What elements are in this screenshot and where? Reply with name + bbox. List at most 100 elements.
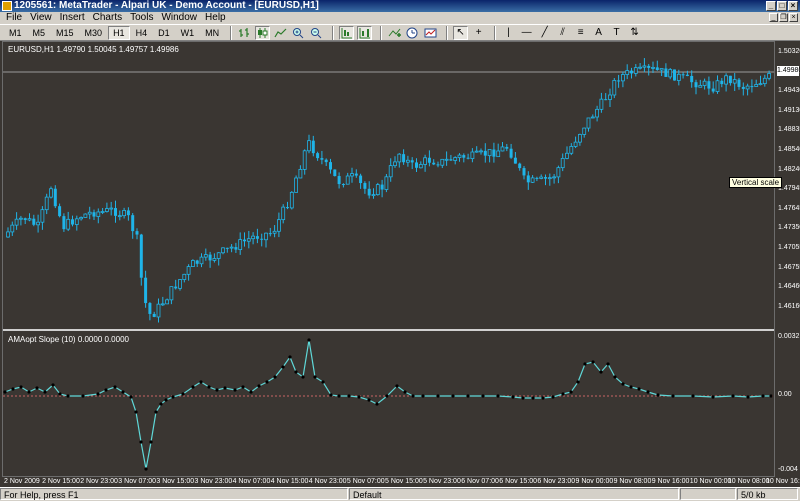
vertical-line-icon[interactable]: |	[501, 26, 516, 40]
indicator-dot	[761, 394, 765, 398]
child-restore-button[interactable]: ❐	[779, 13, 788, 22]
maximize-button[interactable]: □	[777, 1, 787, 11]
timeframe-m30[interactable]: M30	[80, 26, 108, 40]
indicator-dot	[569, 390, 573, 394]
line-chart-icon[interactable]	[273, 26, 288, 40]
child-close-button[interactable]: ×	[789, 13, 798, 22]
menu-view[interactable]: View	[26, 12, 56, 24]
candle-body	[698, 85, 703, 88]
templates-icon[interactable]	[423, 26, 438, 40]
candle-body	[367, 188, 371, 196]
time-tick-label: 3 Nov 23:00	[194, 478, 233, 485]
candle-body	[384, 176, 389, 190]
timeframe-m15[interactable]: M15	[51, 26, 79, 40]
candle-body	[186, 266, 191, 275]
bar-chart-icon[interactable]	[237, 26, 252, 40]
status-help: For Help, press F1	[0, 488, 348, 500]
price-tick-label: 1.46755	[778, 263, 800, 271]
indicator-dot	[411, 394, 415, 398]
candle-body	[668, 69, 673, 78]
indicator-dot	[599, 370, 603, 374]
candle-body	[573, 141, 578, 147]
candle-body	[96, 211, 101, 217]
periods-clock-icon[interactable]	[405, 26, 420, 40]
minimize-button[interactable]: _	[766, 1, 776, 11]
indicator-dot	[769, 394, 773, 398]
text-icon[interactable]: A	[591, 26, 606, 40]
indicator-dot	[671, 394, 675, 398]
toolbar-separator	[380, 25, 383, 40]
candle-body	[307, 140, 311, 152]
candle-body	[586, 117, 591, 129]
indicator-dot	[154, 410, 158, 414]
candle-body	[487, 149, 492, 157]
candle-body	[393, 161, 397, 167]
chart-area[interactable]: EURUSD,H1 1.49790 1.50045 1.49757 1.4998…	[2, 41, 775, 477]
candle-body	[547, 177, 552, 180]
timeframe-mn[interactable]: MN	[200, 26, 224, 40]
menu-insert[interactable]: Insert	[56, 12, 89, 24]
child-minimize-button[interactable]: _	[769, 13, 778, 22]
indicator-dot	[629, 385, 633, 389]
candle-body	[651, 67, 655, 69]
indicator-dot	[3, 390, 7, 394]
crosshair-icon[interactable]: +	[471, 26, 486, 40]
title-bar: 1205561: MetaTrader - Alpari UK - Demo A…	[0, 0, 800, 12]
candle-body	[255, 236, 259, 239]
candle-body	[724, 75, 728, 85]
trendline-icon[interactable]: ╱	[537, 26, 552, 40]
candle-body	[74, 218, 79, 225]
candle-body	[229, 246, 234, 249]
candle-body	[216, 252, 221, 259]
candle-body	[58, 206, 62, 217]
timeframe-m5[interactable]: M5	[28, 26, 51, 40]
time-tick-label: 6 Nov 23:00	[537, 478, 576, 485]
time-tick-label: 3 Nov 07:00	[118, 478, 157, 485]
candle-body	[530, 177, 535, 183]
auto-scroll-icon[interactable]	[339, 25, 355, 40]
candle-body	[260, 238, 264, 240]
indicator-dot	[265, 380, 269, 384]
candle-body	[345, 175, 350, 185]
price-axis[interactable]: 1.503201.497251.494301.491301.488351.485…	[775, 41, 800, 477]
indicators-icon[interactable]	[387, 26, 402, 40]
indicator-dot	[451, 394, 455, 398]
timeframe-m1[interactable]: M1	[4, 26, 27, 40]
candle-body	[457, 154, 462, 158]
menu-window[interactable]: Window	[157, 12, 201, 24]
label-icon[interactable]: T	[609, 26, 624, 40]
close-button[interactable]: ×	[788, 1, 798, 11]
zoom-out-icon[interactable]	[309, 26, 324, 40]
candle-body	[642, 65, 647, 68]
indicator-dot	[134, 410, 138, 414]
candle-body	[329, 162, 332, 170]
arrows-icon[interactable]: ⇅	[627, 26, 642, 40]
timeframe-d1[interactable]: D1	[153, 26, 175, 40]
channel-icon[interactable]: ⫽	[555, 26, 570, 40]
candle-body	[449, 159, 453, 161]
chart-shift-icon[interactable]	[357, 25, 373, 40]
indicator-dot	[281, 365, 285, 369]
cursor-icon[interactable]: ↖	[453, 25, 469, 40]
menu-charts[interactable]: Charts	[89, 12, 126, 24]
menu-tools[interactable]: Tools	[126, 12, 157, 24]
candle-body	[333, 169, 337, 177]
indicator-dot	[656, 393, 660, 397]
candlestick-chart-icon[interactable]	[255, 25, 271, 40]
candle-body	[621, 74, 625, 82]
time-axis[interactable]: 2 Nov 2009 2 Nov 15:00 2 Nov 23:00 3 Nov 07…	[2, 477, 800, 487]
menu-help[interactable]: Help	[201, 12, 230, 24]
timeframe-h4[interactable]: H4	[131, 26, 153, 40]
zoom-in-icon[interactable]	[291, 26, 306, 40]
candle-body	[569, 146, 574, 154]
candle-body	[178, 279, 182, 289]
timeframe-w1[interactable]: W1	[176, 26, 200, 40]
candle-body	[324, 159, 328, 163]
toolbar-separator	[332, 25, 335, 40]
indicator-dot	[96, 392, 100, 396]
indicator-dot	[19, 385, 23, 389]
timeframe-h1[interactable]: H1	[108, 25, 130, 40]
fibonacci-icon[interactable]: ≡	[573, 26, 588, 40]
horizontal-line-icon[interactable]: —	[519, 26, 534, 40]
menu-file[interactable]: File	[2, 12, 26, 24]
